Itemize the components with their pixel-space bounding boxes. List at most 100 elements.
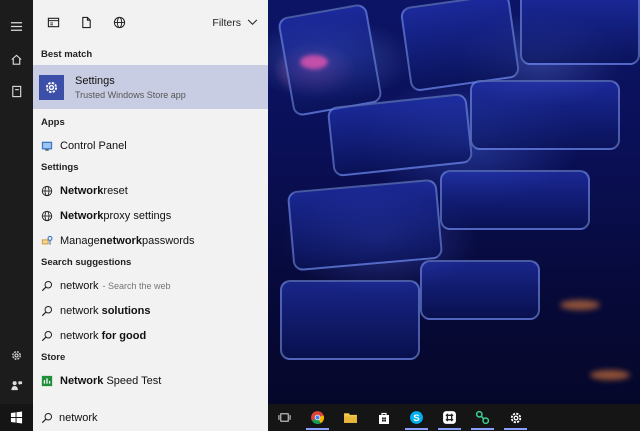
result-network-speed-test[interactable]: Network Speed Test	[33, 368, 268, 393]
result-label: Control Panel	[60, 139, 127, 152]
panel-header: Filters	[33, 0, 268, 45]
wallpaper-shape	[440, 170, 590, 230]
section-search-suggestions: Search suggestions	[41, 257, 132, 268]
file-explorer-icon	[344, 413, 357, 423]
speed-test-app-icon	[40, 374, 54, 388]
section-settings: Settings	[41, 162, 79, 173]
skype-icon: S	[410, 411, 423, 424]
home-icon	[11, 54, 22, 65]
credential-manager-icon	[40, 234, 54, 248]
user-feedback-icon	[11, 380, 23, 390]
globe-icon	[40, 184, 54, 198]
taskbar-settings[interactable]	[499, 404, 532, 431]
wallpaper-shape	[286, 178, 444, 272]
task-view-button[interactable]	[268, 404, 301, 431]
hamburger-menu-button[interactable]	[0, 10, 33, 42]
wallpaper-shape	[300, 55, 328, 69]
taskbar-slack[interactable]	[433, 404, 466, 431]
search-input[interactable]	[59, 411, 239, 424]
feedback-button[interactable]	[0, 369, 33, 401]
slack-icon	[443, 411, 456, 424]
best-match-title: Settings	[75, 74, 115, 87]
result-label-rest: Speed Test	[103, 374, 162, 387]
suggestion-network-web[interactable]: network - Search the web	[33, 273, 268, 298]
running-indicator	[471, 428, 494, 430]
search-icon	[40, 304, 54, 318]
gear-icon	[12, 350, 21, 360]
result-manage-network-passwords[interactable]: Manage network passwords	[33, 228, 268, 253]
wallpaper-shape	[520, 0, 640, 65]
globe-icon	[113, 16, 125, 29]
svg-text:S: S	[413, 413, 420, 424]
suggestion-bold: for good	[101, 329, 147, 342]
suggestion-network-for-good[interactable]: network for good	[33, 323, 268, 348]
section-best-match: Best match	[41, 49, 93, 60]
result-network-proxy-settings[interactable]: Network proxy settings	[33, 203, 268, 228]
wallpaper-shape	[560, 300, 600, 310]
settings-app-tile	[39, 74, 64, 100]
notebook-icon	[12, 85, 22, 97]
result-control-panel[interactable]: Control Panel	[33, 133, 268, 158]
taskbar-chrome[interactable]	[301, 404, 334, 431]
wallpaper-shape	[280, 280, 420, 360]
settings-icon	[510, 412, 521, 423]
apps-filter-button[interactable]	[41, 11, 65, 35]
store-icon	[378, 412, 389, 424]
wallpaper-shape	[399, 0, 521, 93]
running-indicator	[306, 428, 329, 430]
control-panel-icon	[40, 139, 54, 153]
filters-dropdown[interactable]: Filters	[212, 17, 258, 29]
start-button[interactable]	[0, 404, 33, 431]
chrome-icon	[311, 411, 325, 425]
section-apps: Apps	[41, 117, 65, 128]
wallpaper-shape	[590, 370, 630, 380]
wallpaper-shape	[326, 92, 474, 178]
home-button[interactable]	[0, 43, 33, 75]
result-network-reset[interactable]: Network reset	[33, 178, 268, 203]
result-label-bold: network	[99, 234, 142, 247]
chevron-down-icon	[247, 19, 258, 25]
result-label-rest: reset	[103, 184, 128, 197]
suggestion-text: network	[60, 279, 99, 292]
result-label-bold: Network	[60, 374, 104, 387]
running-indicator	[504, 428, 527, 430]
wallpaper-shape	[470, 80, 620, 150]
search-icon	[40, 279, 54, 293]
taskbar-skype[interactable]: S	[400, 404, 433, 431]
document-icon	[81, 16, 91, 29]
search-icon	[41, 412, 53, 423]
taskbar-file-explorer[interactable]	[334, 404, 367, 431]
filters-label: Filters	[212, 16, 241, 29]
result-label-rest: passwords	[141, 234, 195, 247]
result-label-bold: Network	[60, 209, 104, 222]
taskbar-search-box[interactable]	[33, 404, 268, 431]
taskbar: S	[0, 404, 640, 431]
task-view-icon	[278, 413, 291, 422]
taskbar-store[interactable]	[367, 404, 400, 431]
section-store: Store	[41, 352, 66, 363]
wallpaper-shape	[420, 260, 540, 320]
suggestion-hint: - Search the web	[102, 280, 171, 291]
notebook-button[interactable]	[0, 75, 33, 107]
hamburger-icon	[10, 21, 23, 31]
suggestion-text: network	[60, 304, 102, 317]
wallpaper-shape	[277, 2, 383, 118]
documents-filter-button[interactable]	[74, 11, 98, 35]
running-indicator	[438, 428, 461, 430]
search-icon	[40, 329, 54, 343]
running-indicator	[405, 428, 428, 430]
web-filter-button[interactable]	[107, 11, 131, 35]
suggestion-network-solutions[interactable]: network solutions	[33, 298, 268, 323]
best-match-settings[interactable]: Settings Trusted Windows Store app	[33, 65, 268, 109]
result-label-rest: proxy settings	[103, 209, 172, 222]
app-window-icon	[47, 17, 59, 28]
globe-icon	[40, 209, 54, 223]
taskbar-network-app[interactable]	[466, 404, 499, 431]
result-label-bold: Network	[60, 184, 104, 197]
search-results-panel: Filters Best match Settings Trusted Wind…	[33, 0, 268, 404]
result-label-pre: Manage	[60, 234, 100, 247]
best-match-subtitle: Trusted Windows Store app	[75, 89, 186, 100]
suggestion-bold: solutions	[101, 304, 151, 317]
settings-rail-button[interactable]	[0, 339, 33, 371]
suggestion-text: network	[60, 329, 102, 342]
